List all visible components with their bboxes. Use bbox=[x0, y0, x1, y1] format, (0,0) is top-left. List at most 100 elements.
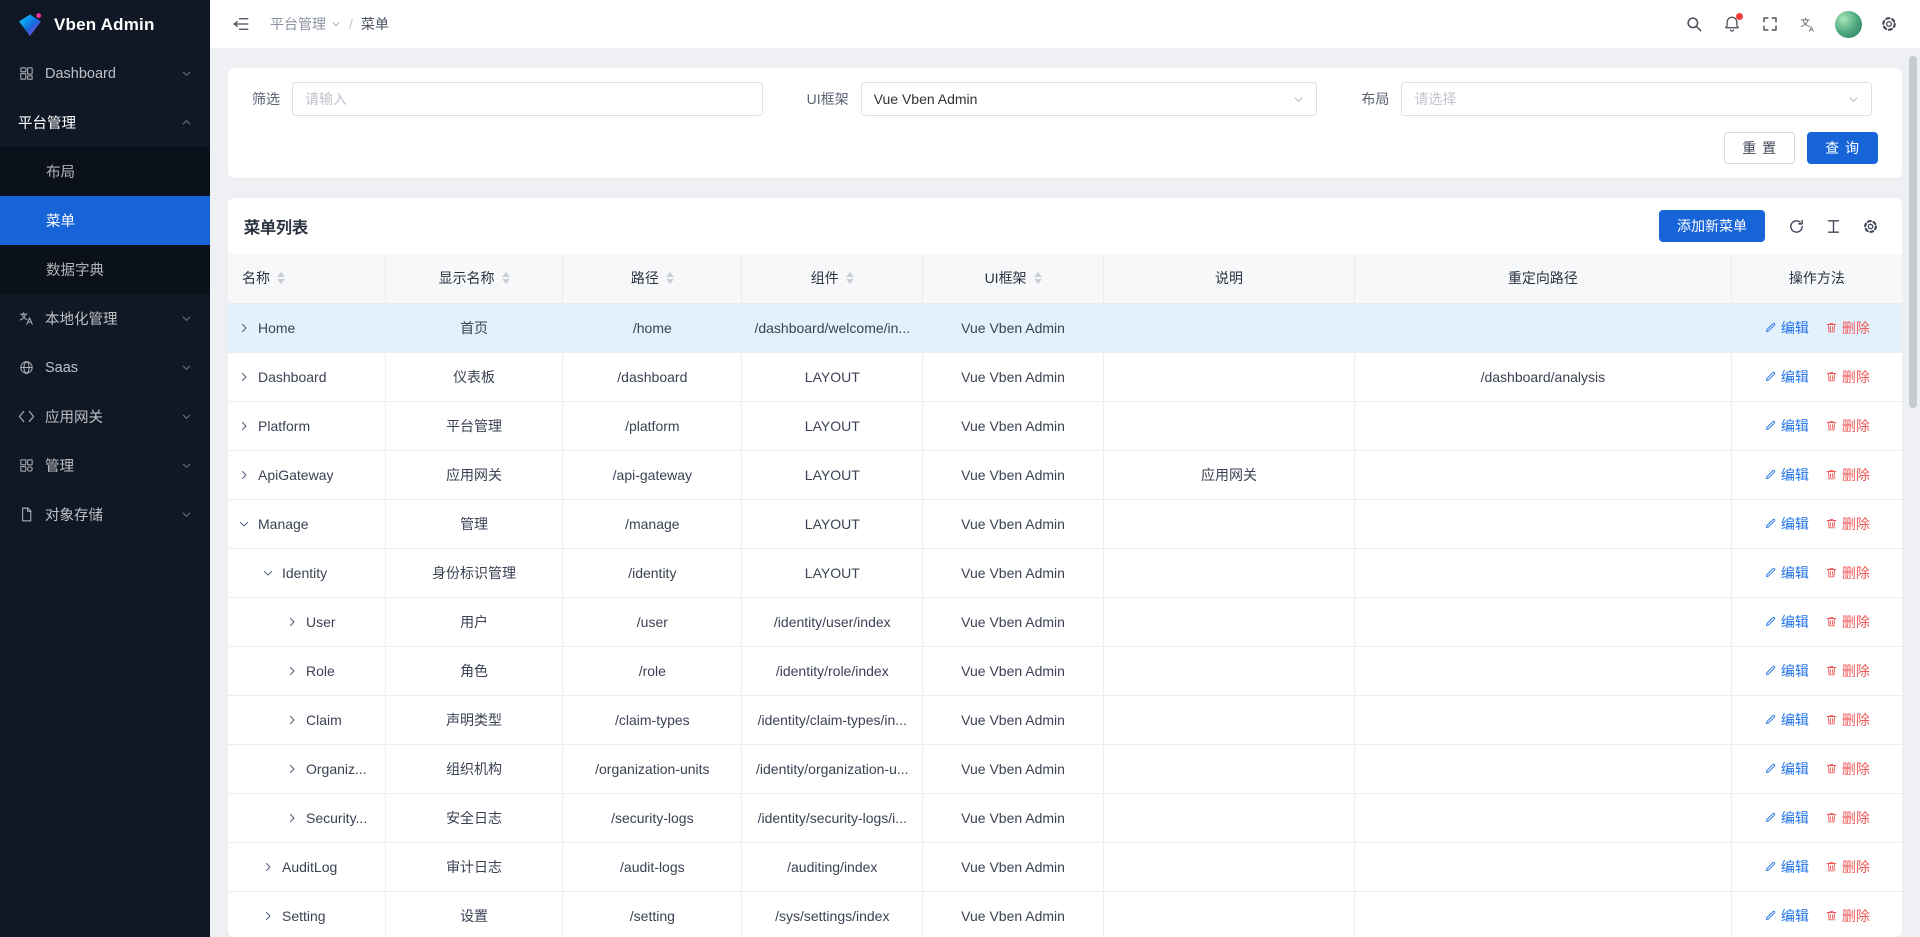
delete-button[interactable]: 删除 bbox=[1825, 857, 1870, 877]
logo[interactable]: Vben Admin bbox=[0, 0, 210, 49]
table-row[interactable]: Organiz... 组织机构 /organization-units /ide… bbox=[228, 744, 1902, 793]
expand-row-icon[interactable] bbox=[238, 322, 250, 334]
keyword-input[interactable] bbox=[305, 91, 750, 107]
filter-label: 筛选 bbox=[252, 89, 280, 109]
expand-row-icon[interactable] bbox=[286, 616, 298, 628]
description-cell bbox=[1103, 842, 1354, 891]
keyword-input-wrap bbox=[292, 82, 763, 116]
column-header-path[interactable]: 路径 bbox=[563, 254, 742, 303]
column-header-component[interactable]: 组件 bbox=[742, 254, 923, 303]
table-row[interactable]: AuditLog 审计日志 /audit-logs /auditing/inde… bbox=[228, 842, 1902, 891]
edit-button[interactable]: 编辑 bbox=[1764, 808, 1809, 828]
edit-button[interactable]: 编辑 bbox=[1764, 563, 1809, 583]
column-header-name[interactable]: 名称 bbox=[228, 254, 385, 303]
delete-button[interactable]: 删除 bbox=[1825, 416, 1870, 436]
edit-button[interactable]: 编辑 bbox=[1764, 318, 1809, 338]
table-row[interactable]: Platform 平台管理 /platform LAYOUT Vue Vben … bbox=[228, 401, 1902, 450]
expand-row-icon[interactable] bbox=[238, 371, 250, 383]
edit-button[interactable]: 编辑 bbox=[1764, 416, 1809, 436]
sidebar-item-management[interactable]: 管理 bbox=[0, 441, 210, 490]
edit-button[interactable]: 编辑 bbox=[1764, 906, 1809, 926]
sort-icon[interactable] bbox=[1034, 272, 1042, 284]
query-button[interactable]: 查 询 bbox=[1807, 132, 1878, 164]
expand-row-icon[interactable] bbox=[286, 714, 298, 726]
breadcrumb-parent[interactable]: 平台管理 bbox=[270, 14, 341, 34]
delete-button[interactable]: 删除 bbox=[1825, 465, 1870, 485]
vertical-scrollbar[interactable] bbox=[1909, 56, 1917, 408]
settings-icon[interactable] bbox=[1872, 7, 1906, 41]
add-menu-button[interactable]: 添加新菜单 bbox=[1659, 210, 1765, 242]
sidebar-subitem-data-dictionary[interactable]: 数据字典 bbox=[0, 245, 210, 294]
delete-button[interactable]: 删除 bbox=[1825, 318, 1870, 338]
edit-button[interactable]: 编辑 bbox=[1764, 465, 1809, 485]
expand-row-icon[interactable] bbox=[286, 665, 298, 677]
sidebar-subitem-menu[interactable]: 菜单 bbox=[0, 196, 210, 245]
bell-icon[interactable] bbox=[1715, 7, 1749, 41]
layout-select[interactable]: 请选择 bbox=[1401, 82, 1872, 116]
expand-row-icon[interactable] bbox=[286, 763, 298, 775]
table-row[interactable]: Manage 管理 /manage LAYOUT Vue Vben Admin … bbox=[228, 499, 1902, 548]
table-row[interactable]: User 用户 /user /identity/user/index Vue V… bbox=[228, 597, 1902, 646]
expand-row-icon[interactable] bbox=[262, 861, 274, 873]
edit-button[interactable]: 编辑 bbox=[1764, 759, 1809, 779]
sort-icon[interactable] bbox=[846, 272, 854, 284]
actions-cell: 编辑 删除 bbox=[1731, 744, 1902, 793]
collapse-row-icon[interactable] bbox=[262, 567, 274, 579]
edit-button[interactable]: 编辑 bbox=[1764, 661, 1809, 681]
table-row[interactable]: Role 角色 /role /identity/role/index Vue V… bbox=[228, 646, 1902, 695]
expand-row-icon[interactable] bbox=[238, 469, 250, 481]
sort-icon[interactable] bbox=[666, 272, 674, 284]
column-header-display-name[interactable]: 显示名称 bbox=[385, 254, 562, 303]
menu-fold-icon[interactable] bbox=[226, 9, 256, 39]
sidebar-item-gateway[interactable]: 应用网关 bbox=[0, 392, 210, 441]
collapse-row-icon[interactable] bbox=[238, 518, 250, 530]
table-row[interactable]: Claim 声明类型 /claim-types /identity/claim-… bbox=[228, 695, 1902, 744]
sidebar-subitem-layout[interactable]: 布局 bbox=[0, 147, 210, 196]
table-row[interactable]: Identity 身份标识管理 /identity LAYOUT Vue Vbe… bbox=[228, 548, 1902, 597]
delete-button[interactable]: 删除 bbox=[1825, 808, 1870, 828]
redirect-cell bbox=[1355, 401, 1732, 450]
sidebar-item-label: 本地化管理 bbox=[45, 308, 118, 329]
edit-button[interactable]: 编辑 bbox=[1764, 367, 1809, 387]
edit-button[interactable]: 编辑 bbox=[1764, 710, 1809, 730]
component-cell: LAYOUT bbox=[742, 401, 923, 450]
table-row[interactable]: Dashboard 仪表板 /dashboard LAYOUT Vue Vben… bbox=[228, 352, 1902, 401]
sidebar-item-localization[interactable]: 本地化管理 bbox=[0, 294, 210, 343]
row-height-icon[interactable] bbox=[1818, 211, 1849, 242]
delete-button[interactable]: 删除 bbox=[1825, 514, 1870, 534]
settings-icon[interactable] bbox=[1855, 211, 1886, 242]
delete-button[interactable]: 删除 bbox=[1825, 661, 1870, 681]
delete-button[interactable]: 删除 bbox=[1825, 759, 1870, 779]
reset-button[interactable]: 重 置 bbox=[1724, 132, 1795, 164]
avatar[interactable] bbox=[1835, 11, 1862, 38]
table-row[interactable]: Security... 安全日志 /security-logs /identit… bbox=[228, 793, 1902, 842]
sidebar-item-dashboard[interactable]: Dashboard bbox=[0, 49, 210, 98]
edit-button[interactable]: 编辑 bbox=[1764, 857, 1809, 877]
expand-row-icon[interactable] bbox=[238, 420, 250, 432]
sort-icon[interactable] bbox=[277, 272, 285, 284]
delete-button[interactable]: 删除 bbox=[1825, 710, 1870, 730]
sidebar-item-saas[interactable]: Saas bbox=[0, 343, 210, 392]
delete-button[interactable]: 删除 bbox=[1825, 612, 1870, 632]
component-cell: LAYOUT bbox=[742, 352, 923, 401]
table-row[interactable]: ApiGateway 应用网关 /api-gateway LAYOUT Vue … bbox=[228, 450, 1902, 499]
refresh-icon[interactable] bbox=[1781, 211, 1812, 242]
delete-button[interactable]: 删除 bbox=[1825, 367, 1870, 387]
delete-button[interactable]: 删除 bbox=[1825, 563, 1870, 583]
translate-icon[interactable]: 文A bbox=[1791, 7, 1825, 41]
sort-icon[interactable] bbox=[502, 272, 510, 284]
sidebar-item-object-storage[interactable]: 对象存储 bbox=[0, 490, 210, 539]
column-header-ui-framework[interactable]: UI框架 bbox=[923, 254, 1104, 303]
sidebar-item-platform[interactable]: 平台管理 bbox=[0, 98, 210, 147]
edit-button[interactable]: 编辑 bbox=[1764, 612, 1809, 632]
delete-button[interactable]: 删除 bbox=[1825, 906, 1870, 926]
fullscreen-icon[interactable] bbox=[1753, 7, 1787, 41]
table-row[interactable]: Home 首页 /home /dashboard/welcome/in... V… bbox=[228, 303, 1902, 352]
expand-row-icon[interactable] bbox=[262, 910, 274, 922]
expand-row-icon[interactable] bbox=[286, 812, 298, 824]
ui-framework-select[interactable]: Vue Vben Admin bbox=[861, 82, 1318, 116]
edit-button[interactable]: 编辑 bbox=[1764, 514, 1809, 534]
search-icon[interactable] bbox=[1677, 7, 1711, 41]
framework-cell: Vue Vben Admin bbox=[923, 695, 1104, 744]
table-row[interactable]: Setting 设置 /setting /sys/settings/index … bbox=[228, 891, 1902, 937]
